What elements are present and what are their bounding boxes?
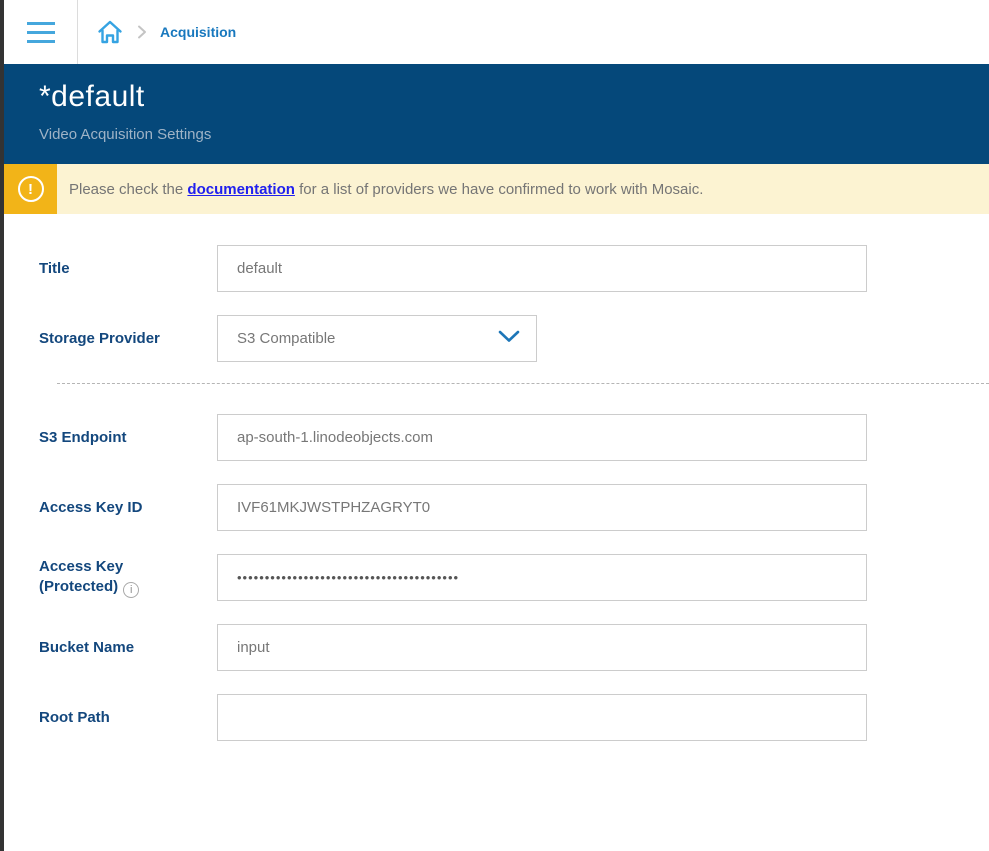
- form-row-access-key-protected: Access Key (Protected)i: [39, 554, 989, 601]
- chevron-down-icon: [498, 330, 520, 347]
- bucket-name-label: Bucket Name: [39, 638, 217, 658]
- form-row-access-key-id: Access Key ID: [39, 484, 989, 531]
- page-subtitle: Video Acquisition Settings: [39, 126, 989, 143]
- hamburger-menu-icon: [27, 22, 55, 43]
- access-key-id-input[interactable]: [217, 484, 867, 531]
- breadcrumb: Acquisition: [78, 0, 236, 64]
- form-row-storage-provider: Storage Provider S3 Compatible: [39, 315, 989, 362]
- title-input[interactable]: [217, 245, 867, 292]
- storage-provider-value: S3 Compatible: [237, 330, 335, 347]
- root-path-label: Root Path: [39, 708, 217, 728]
- documentation-link[interactable]: documentation: [187, 181, 295, 198]
- info-circle-icon[interactable]: i: [123, 582, 139, 598]
- s3-endpoint-label: S3 Endpoint: [39, 428, 217, 448]
- banner-text-before: Please check the: [69, 181, 187, 198]
- page-title: *default: [39, 80, 989, 114]
- chevron-right-icon: [136, 24, 148, 40]
- breadcrumb-current[interactable]: Acquisition: [160, 24, 236, 40]
- home-icon[interactable]: [96, 18, 124, 46]
- form-row-s3-endpoint: S3 Endpoint: [39, 414, 989, 461]
- settings-form: Title Storage Provider S3 Compatible S3 …: [4, 214, 989, 741]
- bucket-name-input[interactable]: [217, 624, 867, 671]
- storage-provider-label: Storage Provider: [39, 329, 217, 349]
- access-key-id-label: Access Key ID: [39, 498, 217, 518]
- form-row-title: Title: [39, 245, 989, 292]
- section-divider: [57, 383, 989, 384]
- form-row-bucket-name: Bucket Name: [39, 624, 989, 671]
- title-label: Title: [39, 259, 217, 279]
- top-bar: Acquisition: [4, 0, 989, 64]
- access-key-protected-input[interactable]: [217, 554, 867, 601]
- warning-banner-message: Please check the documentation for a lis…: [57, 164, 703, 214]
- menu-button[interactable]: [4, 0, 78, 64]
- root-path-input[interactable]: [217, 694, 867, 741]
- s3-endpoint-input[interactable]: [217, 414, 867, 461]
- banner-text-after: for a list of providers we have confirme…: [295, 181, 704, 198]
- form-row-root-path: Root Path: [39, 694, 989, 741]
- warning-banner-accent: !: [4, 164, 57, 214]
- storage-provider-select[interactable]: S3 Compatible: [217, 315, 537, 362]
- access-key-protected-label: Access Key (Protected)i: [39, 557, 217, 598]
- warning-banner: ! Please check the documentation for a l…: [4, 164, 989, 214]
- page: Acquisition *default Video Acquisition S…: [0, 0, 989, 851]
- exclamation-circle-icon: !: [18, 176, 44, 202]
- page-header: *default Video Acquisition Settings: [4, 64, 989, 164]
